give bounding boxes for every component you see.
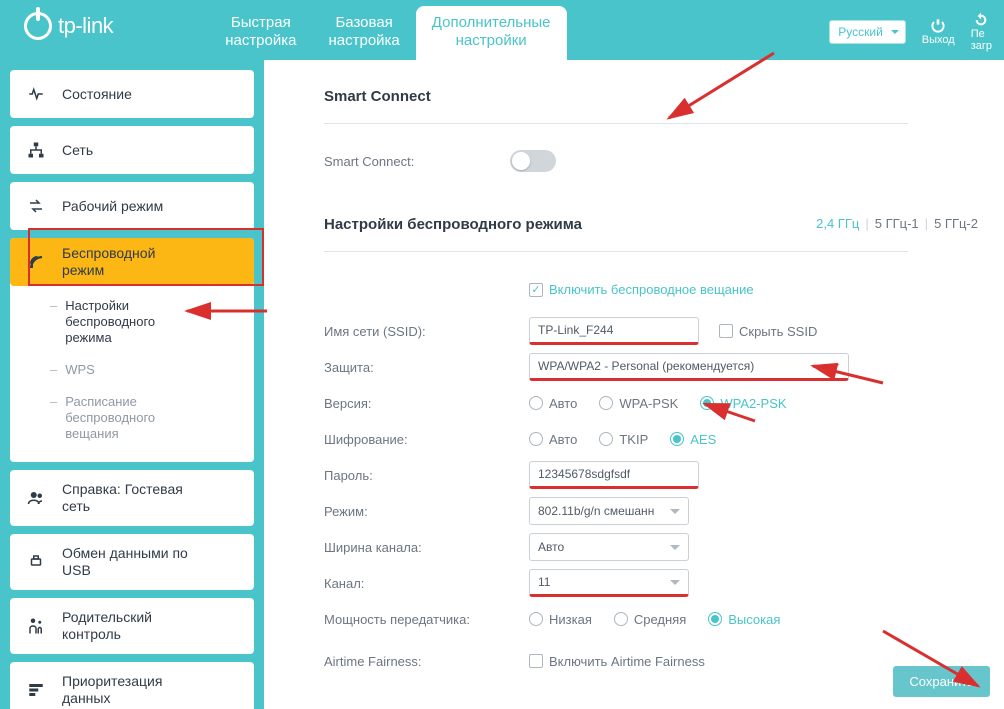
band-52[interactable]: 5 ГГц-2 bbox=[934, 216, 978, 231]
ssid-label: Имя сети (SSID): bbox=[324, 324, 529, 339]
sidebar: Состояние Сеть Рабочий режим Беспроводно… bbox=[0, 60, 264, 709]
qos-icon bbox=[26, 680, 46, 700]
power-low[interactable]: Низкая bbox=[529, 612, 592, 627]
save-button[interactable]: Сохранить bbox=[893, 666, 990, 697]
power-label: Мощность передатчика: bbox=[324, 612, 529, 627]
tab-basic-setup[interactable]: Базовая настройка bbox=[312, 6, 415, 60]
sidebar-item-wireless-group: Беспроводной режим –Настройки беспроводн… bbox=[10, 238, 254, 462]
sub-item-wireless-settings[interactable]: –Настройки беспроводного режима bbox=[10, 290, 254, 354]
smart-connect-row: Smart Connect: bbox=[324, 150, 1004, 172]
sidebar-item-usb[interactable]: Обмен данными по USB bbox=[10, 534, 254, 590]
enc-aes[interactable]: AES bbox=[670, 432, 716, 447]
width-select[interactable]: Авто bbox=[529, 533, 689, 561]
mode-label: Режим: bbox=[324, 504, 529, 519]
smart-connect-toggle[interactable] bbox=[510, 150, 556, 172]
version-auto[interactable]: Авто bbox=[529, 396, 577, 411]
parental-icon bbox=[26, 616, 46, 636]
hide-ssid-checkbox[interactable] bbox=[719, 324, 733, 338]
password-input[interactable] bbox=[529, 461, 699, 489]
smart-connect-title: Smart Connect bbox=[324, 88, 1004, 105]
band-51[interactable]: 5 ГГц-1 bbox=[875, 216, 919, 231]
version-wpa[interactable]: WPA-PSK bbox=[599, 396, 678, 411]
language-select[interactable]: Русский bbox=[829, 20, 906, 44]
main-panel: Smart Connect Smart Connect: Настройки б… bbox=[264, 60, 1004, 709]
airtime-label: Airtime Fairness: bbox=[324, 654, 529, 669]
sidebar-item-guest[interactable]: Справка: Гостевая сеть bbox=[10, 470, 254, 526]
channel-label: Канал: bbox=[324, 576, 529, 591]
wireless-icon bbox=[26, 252, 46, 272]
chevron-down-icon bbox=[830, 364, 840, 374]
chevron-down-icon bbox=[670, 509, 680, 519]
wireless-form: Включить беспроводное вещание Имя сети (… bbox=[324, 282, 1004, 679]
smart-connect-label: Smart Connect: bbox=[324, 154, 414, 169]
tab-quick-setup[interactable]: Быстрая настройка bbox=[209, 6, 312, 60]
logo: tp-link bbox=[24, 6, 113, 40]
sidebar-item-wireless[interactable]: Беспроводной режим bbox=[10, 238, 254, 286]
logo-text: tp-link bbox=[58, 13, 113, 39]
band-24[interactable]: 2,4 ГГц bbox=[816, 216, 859, 231]
enc-tkip[interactable]: TKIP bbox=[599, 432, 648, 447]
header-right: Русский Выход Пе загр bbox=[829, 6, 992, 52]
enable-wireless-checkbox[interactable] bbox=[529, 283, 543, 297]
enable-wireless-row[interactable]: Включить беспроводное вещание bbox=[529, 282, 1004, 297]
airtime-checkbox[interactable] bbox=[529, 654, 543, 668]
power-high[interactable]: Высокая bbox=[708, 612, 780, 627]
hide-ssid-row[interactable]: Скрыть SSID bbox=[719, 324, 817, 339]
airtime-row[interactable]: Включить Airtime Fairness bbox=[529, 654, 705, 669]
reboot-button[interactable]: Пе загр bbox=[971, 12, 992, 52]
power-mid[interactable]: Средняя bbox=[614, 612, 686, 627]
logo-mark-icon bbox=[24, 12, 52, 40]
logout-icon bbox=[930, 18, 946, 34]
tab-advanced-setup[interactable]: Дополнительные настройки bbox=[416, 6, 567, 60]
ssid-input[interactable] bbox=[529, 317, 699, 345]
version-wpa2[interactable]: WPA2-PSK bbox=[700, 396, 786, 411]
band-tabs: 2,4 ГГц | 5 ГГц-1 | 5 ГГц-2 bbox=[816, 216, 978, 231]
version-label: Версия: bbox=[324, 396, 529, 411]
sub-item-wps[interactable]: –WPS bbox=[10, 354, 254, 386]
sidebar-item-network[interactable]: Сеть bbox=[10, 126, 254, 174]
main-header: tp-link Быстрая настройка Базовая настро… bbox=[0, 0, 1004, 60]
mode-select[interactable]: 802.11b/g/n смешанн bbox=[529, 497, 689, 525]
guest-icon bbox=[26, 488, 46, 508]
sidebar-item-qos[interactable]: Приоритезация данных bbox=[10, 662, 254, 709]
sidebar-item-status[interactable]: Состояние bbox=[10, 70, 254, 118]
chevron-down-icon bbox=[670, 545, 680, 555]
header-tabs: Быстрая настройка Базовая настройка Допо… bbox=[209, 6, 566, 60]
security-select[interactable]: WPA/WPA2 - Personal (рекомендуется) bbox=[529, 353, 849, 381]
logout-button[interactable]: Выход bbox=[922, 18, 955, 46]
channel-select[interactable]: 11 bbox=[529, 569, 689, 597]
security-label: Защита: bbox=[324, 360, 529, 375]
chevron-down-icon bbox=[670, 580, 680, 590]
mode-icon bbox=[26, 196, 46, 216]
reboot-icon bbox=[973, 12, 989, 28]
body: Состояние Сеть Рабочий режим Беспроводно… bbox=[0, 60, 1004, 709]
enc-auto[interactable]: Авто bbox=[529, 432, 577, 447]
network-icon bbox=[26, 140, 46, 160]
wireless-submenu: –Настройки беспроводного режима –WPS –Ра… bbox=[10, 286, 254, 462]
password-label: Пароль: bbox=[324, 468, 529, 483]
sidebar-item-parental[interactable]: Родительский контроль bbox=[10, 598, 254, 654]
status-icon bbox=[26, 84, 46, 104]
width-label: Ширина канала: bbox=[324, 540, 529, 555]
sub-item-schedule[interactable]: –Расписание беспроводного вещания bbox=[10, 386, 254, 450]
sidebar-item-mode[interactable]: Рабочий режим bbox=[10, 182, 254, 230]
usb-icon bbox=[26, 552, 46, 572]
encryption-label: Шифрование: bbox=[324, 432, 529, 447]
